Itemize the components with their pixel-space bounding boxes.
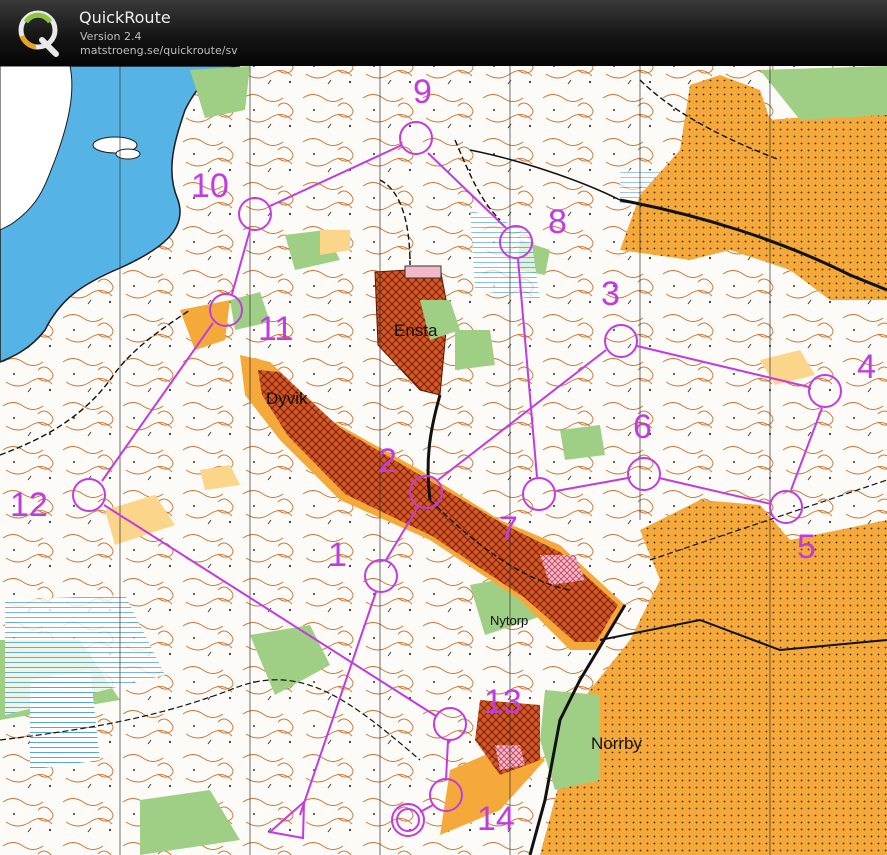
control-number-9: 9 xyxy=(413,73,432,111)
control-number-11: 11 xyxy=(258,310,293,348)
control-number-8: 8 xyxy=(548,203,567,241)
orienteering-map[interactable]: Ensta Dyvik Nytorp Norrby 1 2 3 4 5 6 7 … xyxy=(0,66,887,855)
control-number-4: 4 xyxy=(857,348,876,386)
quickroute-logo-icon xyxy=(18,10,59,57)
control-number-14: 14 xyxy=(477,800,515,838)
control-number-12: 12 xyxy=(10,486,48,524)
control-number-6: 6 xyxy=(633,408,652,446)
control-number-3: 3 xyxy=(601,275,620,313)
place-name-nytorp: Nytorp xyxy=(490,613,528,628)
island-small xyxy=(115,148,141,160)
app-version: Version 2.4 xyxy=(80,30,142,43)
control-number-1: 1 xyxy=(328,536,347,574)
place-name-norrby: Norrby xyxy=(591,734,643,753)
ensta-building xyxy=(404,265,442,279)
control-number-13: 13 xyxy=(484,683,522,721)
control-number-10: 10 xyxy=(191,167,229,205)
control-number-5: 5 xyxy=(797,528,816,566)
app-url[interactable]: matstroeng.se/quickroute/sv xyxy=(80,44,238,57)
place-name-dyvik: Dyvik xyxy=(266,389,308,408)
app-title: QuickRoute xyxy=(79,8,171,27)
title-bar: QuickRoute Version 2.4 matstroeng.se/qui… xyxy=(0,0,887,66)
control-number-7: 7 xyxy=(499,510,518,548)
control-number-2: 2 xyxy=(378,442,397,480)
place-name-ensta: Ensta xyxy=(394,321,438,340)
